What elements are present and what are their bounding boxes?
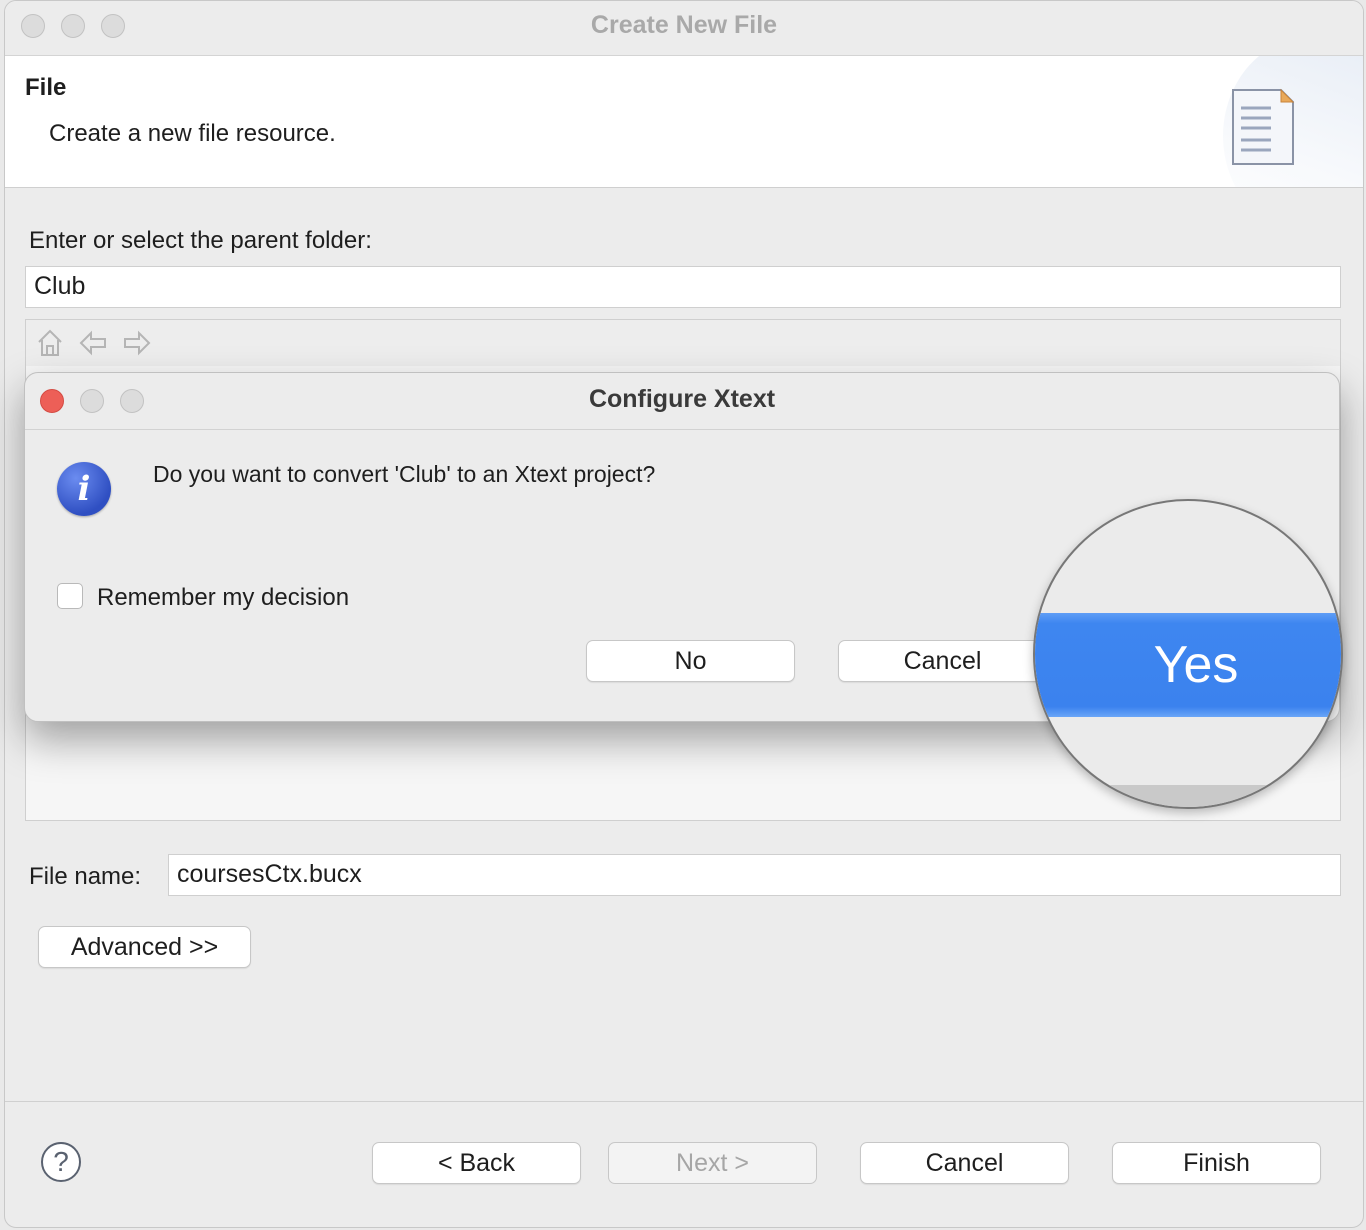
window-title: Create New File (590, 11, 778, 39)
yes-button[interactable]: Yes (1035, 613, 1341, 717)
file-name-label: File name: (29, 863, 142, 890)
next-button[interactable]: Next > (608, 1142, 817, 1184)
footer-divider (5, 1101, 1363, 1102)
file-name-input[interactable]: coursesCtx.bucx (168, 854, 1341, 896)
no-button[interactable]: No (586, 640, 795, 682)
remember-decision-checkbox[interactable] (57, 583, 83, 609)
advanced-button[interactable]: Advanced >> (38, 926, 251, 968)
dialog-title: Configure Xtext (588, 385, 776, 413)
wizard-cancel-button[interactable]: Cancel (860, 1142, 1069, 1184)
finish-button[interactable]: Finish (1112, 1142, 1321, 1184)
file-icon (1232, 88, 1295, 165)
back-arrow-icon[interactable] (78, 328, 108, 358)
window-titlebar: Create New File (5, 1, 1363, 56)
banner-title: File (25, 74, 67, 101)
parent-folder-input[interactable]: Club (25, 266, 1341, 308)
banner-description: Create a new file resource. (49, 120, 336, 147)
home-icon[interactable] (36, 328, 64, 358)
magnifier-dialog-edge (1035, 785, 1341, 807)
forward-arrow-icon[interactable] (122, 328, 152, 358)
tree-toolbar (26, 320, 1340, 366)
dialog-cancel-button[interactable]: Cancel (838, 640, 1047, 682)
parent-folder-label: Enter or select the parent folder: (29, 227, 372, 254)
dialog-titlebar: Configure Xtext (25, 373, 1339, 430)
wizard-banner: File Create a new file resource. (5, 56, 1363, 188)
magnified-yes-button: Yes (1033, 499, 1343, 809)
dialog-message: Do you want to convert 'Club' to an Xtex… (153, 461, 656, 487)
info-icon: i (57, 462, 111, 516)
remember-decision-label: Remember my decision (97, 584, 350, 611)
back-button[interactable]: < Back (372, 1142, 581, 1184)
help-button[interactable]: ? (41, 1142, 81, 1182)
